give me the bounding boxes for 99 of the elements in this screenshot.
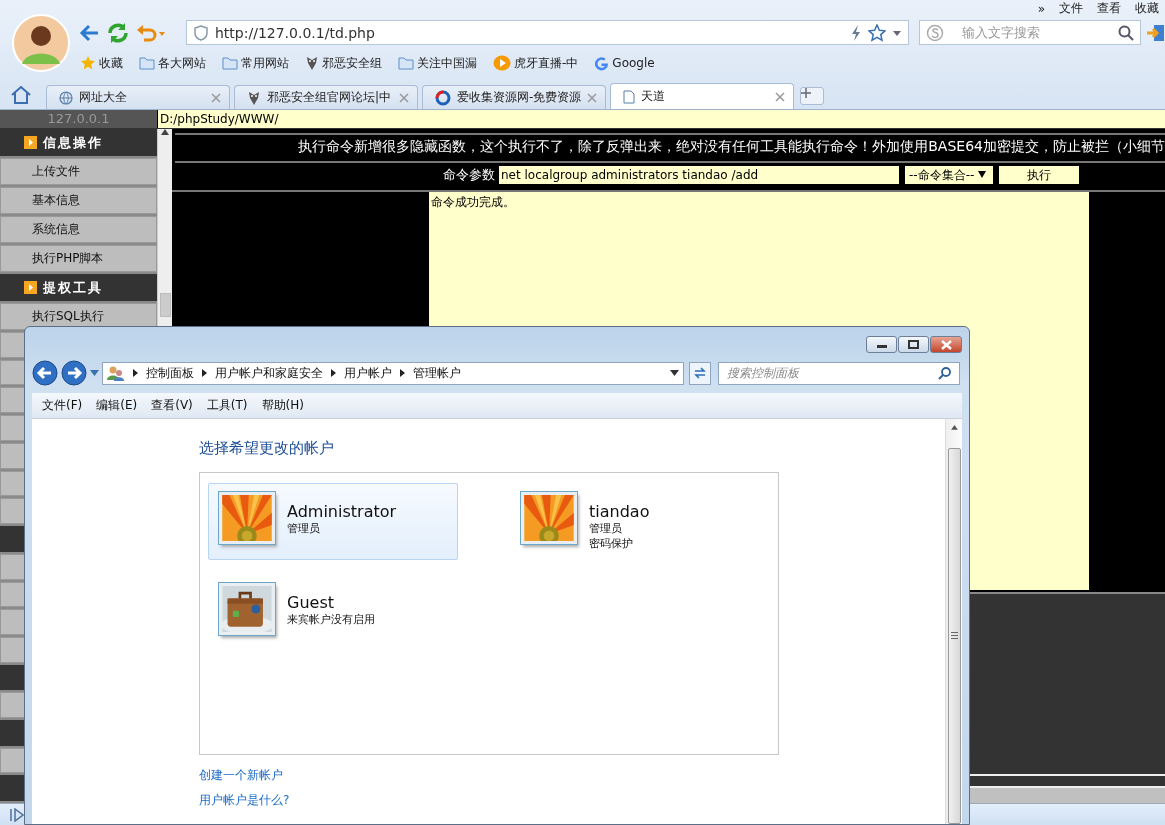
browser-tab[interactable]: 邪恶安全组官网论坛|中 [234,85,418,109]
chevron-icon [400,369,405,377]
refresh-arrows-icon [693,366,707,380]
browser-tab[interactable]: 爱收集资源网-免费资源 [422,85,606,109]
back-button-icon[interactable] [32,360,58,386]
breadcrumb-item[interactable]: 用户帐户和家庭安全 [215,364,323,382]
bookmark-link[interactable]: Google [612,56,655,71]
caret-icon[interactable] [670,370,679,376]
breadcrumb-bar[interactable]: 控制面板 用户帐户和家庭安全 用户帐户 管理帐户 [102,361,684,385]
page-icon [623,89,635,104]
path-field[interactable]: D:/phpStudy/WWW/ [157,110,1165,128]
menu-item[interactable]: » [1037,1,1045,16]
account-tile[interactable]: Guest 来宾帐户没有启用 [208,574,458,651]
bookmark-link[interactable]: 收藏 [99,54,123,72]
mask-icon [247,89,261,106]
login-icon[interactable] [1147,23,1165,42]
vertical-scrollbar[interactable] [945,419,962,824]
bookmark-link[interactable]: 关注中国漏 [417,54,477,72]
url-text: http://127.0.0.1/td.php [215,24,376,41]
users-icon [107,365,125,381]
folder-icon [222,56,238,71]
bookmark-link[interactable]: 各大网站 [158,54,206,72]
chevron-icon [133,369,138,377]
menu-section-header[interactable]: 提权工具 [0,274,157,301]
sidebar-item[interactable]: 基本信息 [0,187,157,214]
globe-icon [59,90,73,105]
menu-item[interactable]: 文件 [1059,0,1083,18]
notice-text: 执行命令新增很多隐藏函数，这个执行不了，除了反弹出来，绝对没有任何工具能执行命令！外加使用BASE64加密提交，防止被拦（小细节 [298,137,1165,156]
browser-tab[interactable]: 网址大全 [46,85,230,109]
menu-item[interactable]: 文件(F) [42,397,83,414]
search-icon[interactable] [1118,24,1134,41]
menu-item[interactable]: 查看 [1097,0,1121,18]
command-field[interactable]: net localgroup administrators tiandao /add [499,165,899,184]
command-set-dropdown[interactable]: --命令集合-- [905,165,993,184]
help-link[interactable]: 用户帐户是什么? [199,792,290,809]
undo-icon[interactable] [136,22,166,43]
new-tab-button[interactable] [800,87,824,105]
command-label: 命令参数 [443,165,495,184]
refresh-button[interactable] [689,361,711,385]
lightning-icon[interactable] [850,24,862,41]
close-button[interactable] [930,336,962,353]
star-icon[interactable] [868,23,886,42]
account-tile[interactable]: tiandao 管理员 密码保护 [510,483,760,560]
folder-icon [139,56,155,71]
menu-item[interactable]: 帮助(H) [261,397,304,414]
account-tile[interactable]: Administrator 管理员 [208,483,458,560]
search-icon[interactable] [938,366,951,380]
menu-item[interactable]: 工具(T) [206,397,248,414]
scrollbar-thumb[interactable] [159,293,171,317]
caret-icon [978,171,987,178]
mask-icon [305,55,319,72]
home-icon[interactable] [10,86,32,104]
sidebar-item[interactable]: 执行PHP脚本 [0,245,157,272]
minimize-button[interactable] [866,336,897,353]
google-g-icon [594,55,610,71]
breadcrumb-item[interactable]: 控制面板 [146,364,194,382]
help-link[interactable]: 创建一个新帐户 [199,767,283,784]
plus-icon [801,88,811,98]
search-field[interactable]: 搜索控制面板 [718,361,960,385]
avatar-icon [12,14,70,72]
bookmark-link[interactable]: 虎牙直播-中 [514,54,579,72]
close-icon[interactable] [211,92,221,103]
menu-item[interactable]: 编辑(E) [96,397,138,414]
scroll-up-icon [950,425,958,430]
star-icon [80,55,96,72]
run-button[interactable]: 执行 [999,165,1079,184]
section-heading: 选择希望更改的帐户 [199,439,335,458]
browser-tab[interactable]: 天道 [610,83,794,109]
menu-item[interactable]: 收藏 [1135,0,1159,18]
ring-icon [435,89,451,106]
address-field[interactable]: http://127.0.0.1/td.php [186,20,909,46]
sidebar-item[interactable]: 上传文件 [0,158,157,185]
maximize-icon [908,340,919,349]
chevron-icon [202,369,207,377]
grip-icon [950,632,958,640]
bookmark-link[interactable]: 邪恶安全组 [322,54,382,72]
shield-icon [193,24,209,41]
panel-toggle-icon[interactable] [10,807,24,822]
chevron-icon [331,369,336,377]
bookmark-link[interactable]: 常用网站 [241,54,289,72]
close-icon[interactable] [399,92,409,103]
folder-icon [398,56,414,71]
arrow-square-icon [24,281,37,294]
forward-button-icon[interactable] [61,360,87,386]
menu-section-header[interactable]: 信息操作 [0,129,157,156]
sidebar-item[interactable]: 系统信息 [0,216,157,243]
host-label: 127.0.0.1 [0,110,157,128]
close-icon[interactable] [587,92,597,103]
breadcrumb-item[interactable]: 管理帐户 [413,364,461,382]
arrow-square-icon [24,136,37,149]
breadcrumb-item[interactable]: 用户帐户 [344,364,392,382]
close-icon[interactable] [775,91,785,102]
refresh-icon[interactable] [106,20,130,45]
s-logo-icon [926,23,944,42]
close-icon [940,339,952,350]
play-icon [493,55,511,72]
search-placeholder: 输入文字搜索 [961,23,1041,42]
menu-item[interactable]: 查看(V) [151,397,193,414]
maximize-button[interactable] [898,336,929,353]
